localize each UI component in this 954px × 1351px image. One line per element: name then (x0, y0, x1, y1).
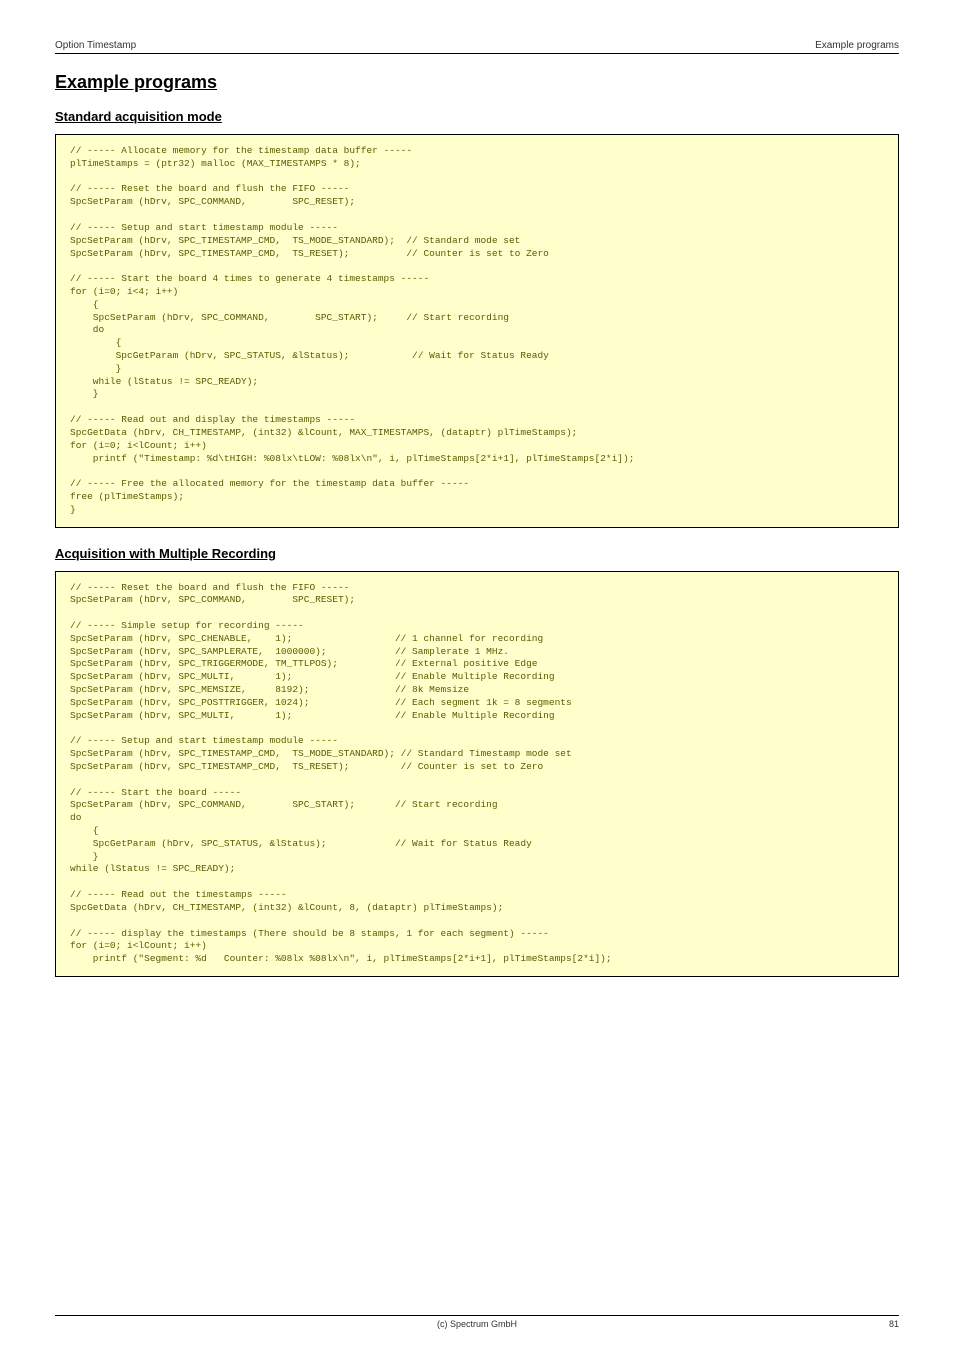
footer-center: (c) Spectrum GmbH (55, 1319, 899, 1329)
code-block-multiple: // ----- Reset the board and flush the F… (55, 571, 899, 977)
section-title-standard: Standard acquisition mode (55, 109, 899, 124)
page-footer: (c) Spectrum GmbH 81 (55, 1315, 899, 1329)
page-title: Example programs (55, 72, 899, 93)
header-left: Option Timestamp (55, 40, 136, 51)
header-right: Example programs (815, 40, 899, 51)
page-header: Option Timestamp Example programs (55, 40, 899, 54)
section-title-multiple: Acquisition with Multiple Recording (55, 546, 899, 561)
code-block-standard: // ----- Allocate memory for the timesta… (55, 134, 899, 528)
